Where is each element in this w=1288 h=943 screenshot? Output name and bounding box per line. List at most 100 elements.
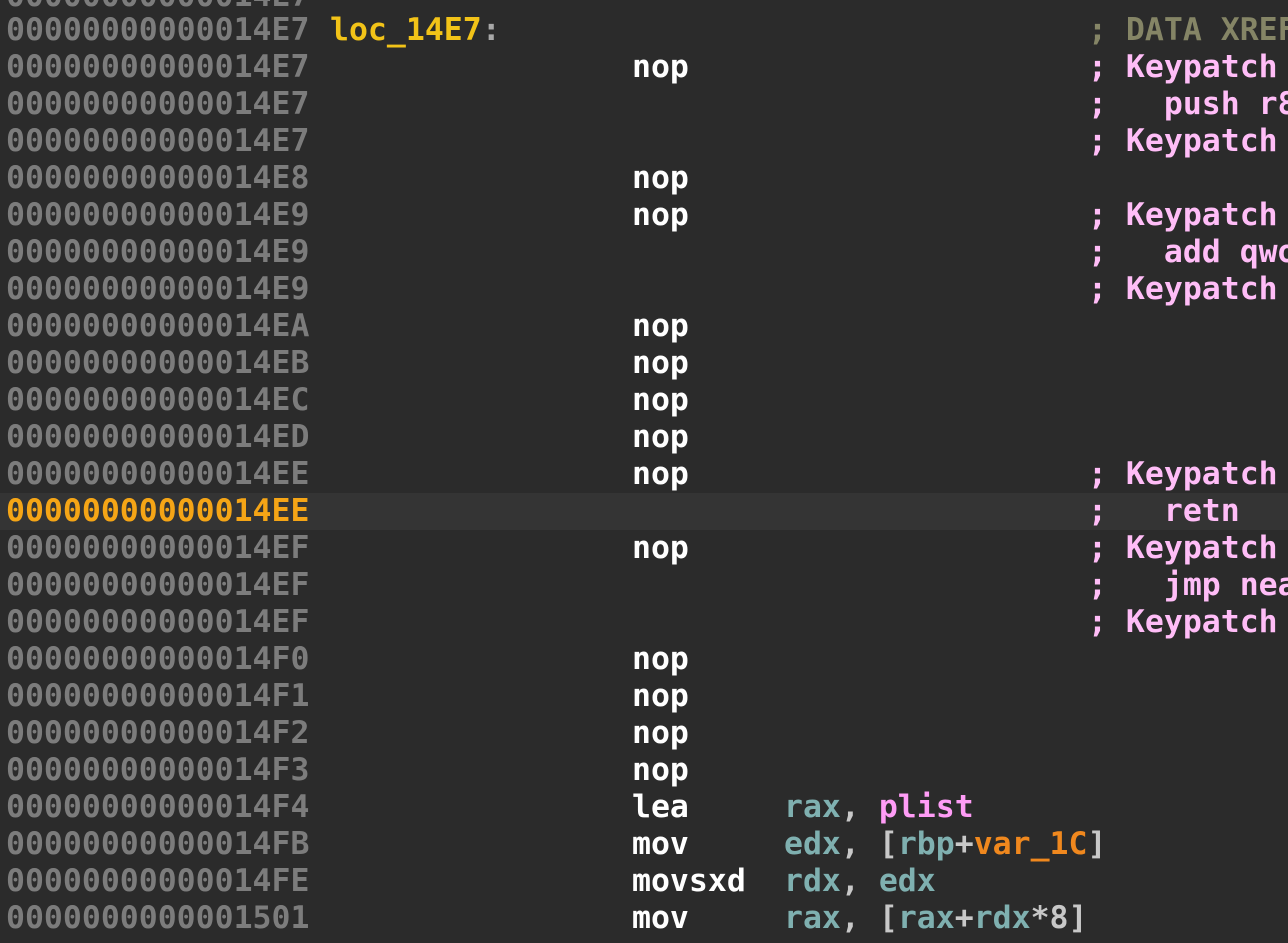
row-address[interactable]: 00000000000014EC <box>6 382 309 419</box>
symbol-operand[interactable]: plist <box>879 789 974 825</box>
row-address[interactable]: 00000000000014E9 <box>6 234 309 271</box>
keypatch-comment: ; jmp nea <box>1088 567 1288 603</box>
row-address[interactable]: 00000000000014EF <box>6 604 309 641</box>
row-address[interactable]: 00000000000014EA <box>6 308 309 345</box>
row-address[interactable]: 00000000000014EF <box>6 530 309 567</box>
listing-row[interactable]: 00000000000014F2 nop <box>0 715 1288 752</box>
operand-punctuation: , [ <box>840 900 898 936</box>
listing-row[interactable]: 00000000000014E9 ; Keypatch <box>0 271 1288 308</box>
operand-punctuation: + <box>954 900 974 936</box>
instruction-mnemonic[interactable]: nop <box>632 419 689 456</box>
row-address[interactable]: 00000000000014E7 <box>6 123 309 160</box>
stack-variable-operand[interactable]: var_1C <box>974 826 1088 862</box>
listing-row[interactable]: 00000000000014E8 nop <box>0 160 1288 197</box>
row-address[interactable]: 00000000000014F4 <box>6 789 309 826</box>
listing-row[interactable]: 00000000000014EA nop <box>0 308 1288 345</box>
operand-punctuation: , [ <box>840 826 898 862</box>
row-address[interactable]: 00000000000014F2 <box>6 715 309 752</box>
register-operand[interactable]: edx <box>879 863 936 899</box>
row-address[interactable]: 00000000000014FB <box>6 826 309 863</box>
code-label-name[interactable]: loc_14E7 <box>330 12 482 48</box>
instruction-operands[interactable]: rax, [rax+rdx*8] <box>784 900 1088 937</box>
listing-row[interactable]: 00000000000014EB nop <box>0 345 1288 382</box>
keypatch-comment: ; Keypatch <box>1088 49 1278 85</box>
row-address[interactable]: 00000000000014F3 <box>6 752 309 789</box>
row-address[interactable]: 00000000000014E7 <box>6 12 309 49</box>
listing-row[interactable]: 00000000000014EC nop <box>0 382 1288 419</box>
instruction-mnemonic[interactable]: mov <box>632 826 689 863</box>
row-address[interactable]: 00000000000014E7 <box>6 49 309 86</box>
instruction-mnemonic[interactable]: nop <box>632 308 689 345</box>
listing-row[interactable]: 00000000000014ED nop <box>0 419 1288 456</box>
register-operand[interactable]: rax <box>784 789 841 825</box>
instruction-mnemonic[interactable]: nop <box>632 382 689 419</box>
listing-row[interactable]: 00000000000014E9 ; add qwo <box>0 234 1288 271</box>
instruction-mnemonic[interactable]: nop <box>632 752 689 789</box>
row-address[interactable]: 00000000000014F0 <box>6 641 309 678</box>
listing-row[interactable]: 00000000000014E7 nop ; Keypatch <box>0 49 1288 86</box>
disassembly-listing[interactable]: 00000000000014E7 00000000000014E7 loc_14E… <box>0 0 1288 943</box>
listing-row[interactable]: 00000000000014FB mov edx, [rbp+var_1C] <box>0 826 1288 863</box>
code-label-colon: : <box>481 12 501 48</box>
instruction-mnemonic[interactable]: nop <box>632 49 689 86</box>
register-operand[interactable]: rdx <box>784 863 841 899</box>
keypatch-comment: ; Keypatch <box>1088 530 1278 566</box>
operand-number: *8] <box>1030 900 1088 936</box>
instruction-mnemonic[interactable]: lea <box>632 789 689 826</box>
listing-row-current[interactable]: 00000000000014EE ; retn <box>0 493 1288 530</box>
listing-row[interactable]: 00000000000014E7 loc_14E7: ; DATA XREF <box>0 12 1288 49</box>
listing-row[interactable]: 00000000000014F0 nop <box>0 641 1288 678</box>
keypatch-comment: ; Keypatch <box>1088 123 1278 159</box>
instruction-mnemonic[interactable]: nop <box>632 715 689 752</box>
row-address[interactable]: 0000000000001501 <box>6 900 309 937</box>
row-address[interactable]: 00000000000014E9 <box>6 197 309 234</box>
instruction-mnemonic[interactable]: nop <box>632 345 689 382</box>
register-operand[interactable]: edx <box>784 826 841 862</box>
operand-punctuation: , <box>840 863 879 899</box>
register-operand[interactable]: rbp <box>898 826 955 862</box>
register-operand[interactable]: rax <box>784 900 841 936</box>
instruction-mnemonic[interactable]: nop <box>632 678 689 715</box>
listing-row[interactable]: 00000000000014EF nop ; Keypatch <box>0 530 1288 567</box>
row-address[interactable]: 00000000000014ED <box>6 419 309 456</box>
row-address[interactable]: 00000000000014F1 <box>6 678 309 715</box>
listing-row[interactable]: 00000000000014EF ; jmp nea <box>0 567 1288 604</box>
listing-row[interactable]: 00000000000014E7 ; push r8 <box>0 86 1288 123</box>
row-address[interactable]: 00000000000014EB <box>6 345 309 382</box>
row-address[interactable]: 00000000000014EE <box>6 493 309 530</box>
instruction-operands[interactable]: rdx, edx <box>784 863 936 900</box>
instruction-mnemonic[interactable]: mov <box>632 900 689 937</box>
instruction-mnemonic[interactable]: nop <box>632 160 689 197</box>
listing-row[interactable]: 00000000000014FE movsxd rdx, edx <box>0 863 1288 900</box>
register-operand[interactable]: rdx <box>974 900 1031 936</box>
instruction-operands[interactable]: rax, plist <box>784 789 974 826</box>
operand-punctuation: , <box>840 789 879 825</box>
keypatch-comment: ; Keypatch <box>1088 604 1278 640</box>
keypatch-comment: ; Keypatch <box>1088 271 1278 307</box>
listing-row[interactable]: 00000000000014E7 ; Keypatch <box>0 123 1288 160</box>
listing-row[interactable]: 00000000000014F3 nop <box>0 752 1288 789</box>
instruction-operands[interactable]: edx, [rbp+var_1C] <box>784 826 1106 863</box>
code-label[interactable]: loc_14E7: <box>330 12 501 49</box>
listing-row[interactable]: 00000000000014E9 nop ; Keypatch <box>0 197 1288 234</box>
instruction-mnemonic[interactable]: nop <box>632 641 689 678</box>
instruction-mnemonic[interactable]: nop <box>632 530 689 567</box>
listing-row[interactable]: 00000000000014F4 lea rax, plist <box>0 789 1288 826</box>
register-operand[interactable]: rax <box>898 900 955 936</box>
listing-row[interactable]: 00000000000014EE nop ; Keypatch <box>0 456 1288 493</box>
instruction-mnemonic[interactable]: nop <box>632 197 689 234</box>
row-address[interactable]: 00000000000014EF <box>6 567 309 604</box>
instruction-mnemonic[interactable]: movsxd <box>632 863 746 900</box>
row-address[interactable]: 00000000000014E9 <box>6 271 309 308</box>
row-address[interactable]: 00000000000014E8 <box>6 160 309 197</box>
keypatch-comment: ; Keypatch <box>1088 456 1278 492</box>
instruction-mnemonic[interactable]: nop <box>632 456 689 493</box>
row-address[interactable]: 00000000000014EE <box>6 456 309 493</box>
listing-row[interactable]: 00000000000014F1 nop <box>0 678 1288 715</box>
row-address[interactable]: 00000000000014FE <box>6 863 309 900</box>
xref-comment: ; DATA XREF <box>1088 12 1288 48</box>
listing-row[interactable]: 00000000000014EF ; Keypatch <box>0 604 1288 641</box>
operand-punctuation: ] <box>1087 826 1107 862</box>
row-address[interactable]: 00000000000014E7 <box>6 86 309 123</box>
listing-row[interactable]: 0000000000001501 mov rax, [rax+rdx*8] <box>0 900 1288 937</box>
